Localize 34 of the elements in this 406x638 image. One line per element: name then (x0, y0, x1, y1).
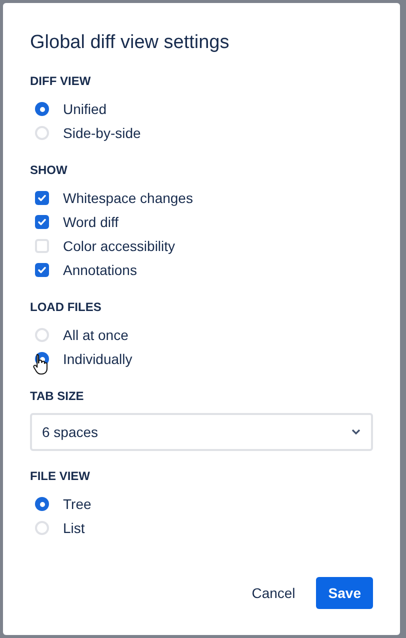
section-heading: TAB SIZE (30, 388, 84, 404)
option-label: Side-by-side (63, 124, 141, 143)
chevron-down-icon (351, 429, 361, 435)
option-label: Word diff (63, 212, 119, 232)
dialog-title: Global diff view settings (30, 31, 230, 55)
option-label: All at once (63, 326, 128, 344)
checkbox[interactable] (35, 239, 49, 253)
option-label: Tree (63, 494, 92, 514)
tab-size-select[interactable]: 6 spaces (30, 413, 373, 451)
checkbox[interactable] (35, 191, 49, 205)
option-label: Individually (63, 350, 132, 369)
option-label: Unified (63, 100, 107, 118)
radio-button[interactable] (35, 102, 49, 116)
checkmark-icon (37, 217, 47, 227)
radio-button[interactable] (35, 521, 49, 535)
checkbox[interactable] (35, 263, 49, 277)
section-heading: LOAD FILES (30, 299, 102, 315)
cancel-button[interactable]: Cancel (240, 577, 308, 609)
select-value: 6 spaces (42, 422, 98, 442)
checkbox[interactable] (35, 215, 49, 229)
radio-button[interactable] (35, 328, 49, 342)
checkmark-icon (37, 265, 47, 275)
radio-button[interactable] (35, 126, 49, 140)
section-heading: FILE VIEW (30, 468, 90, 484)
option-label: Annotations (63, 260, 137, 280)
hand-cursor-icon (33, 353, 49, 375)
checkmark-icon (37, 193, 47, 203)
option-label: Whitespace changes (63, 188, 193, 208)
option-label: Color accessibility (63, 236, 176, 256)
option-label: List (63, 518, 85, 538)
radio-button[interactable] (35, 497, 49, 511)
save-button[interactable]: Save (316, 577, 373, 609)
section-heading: SHOW (30, 162, 68, 178)
section-heading: DIFF VIEW (30, 73, 91, 89)
